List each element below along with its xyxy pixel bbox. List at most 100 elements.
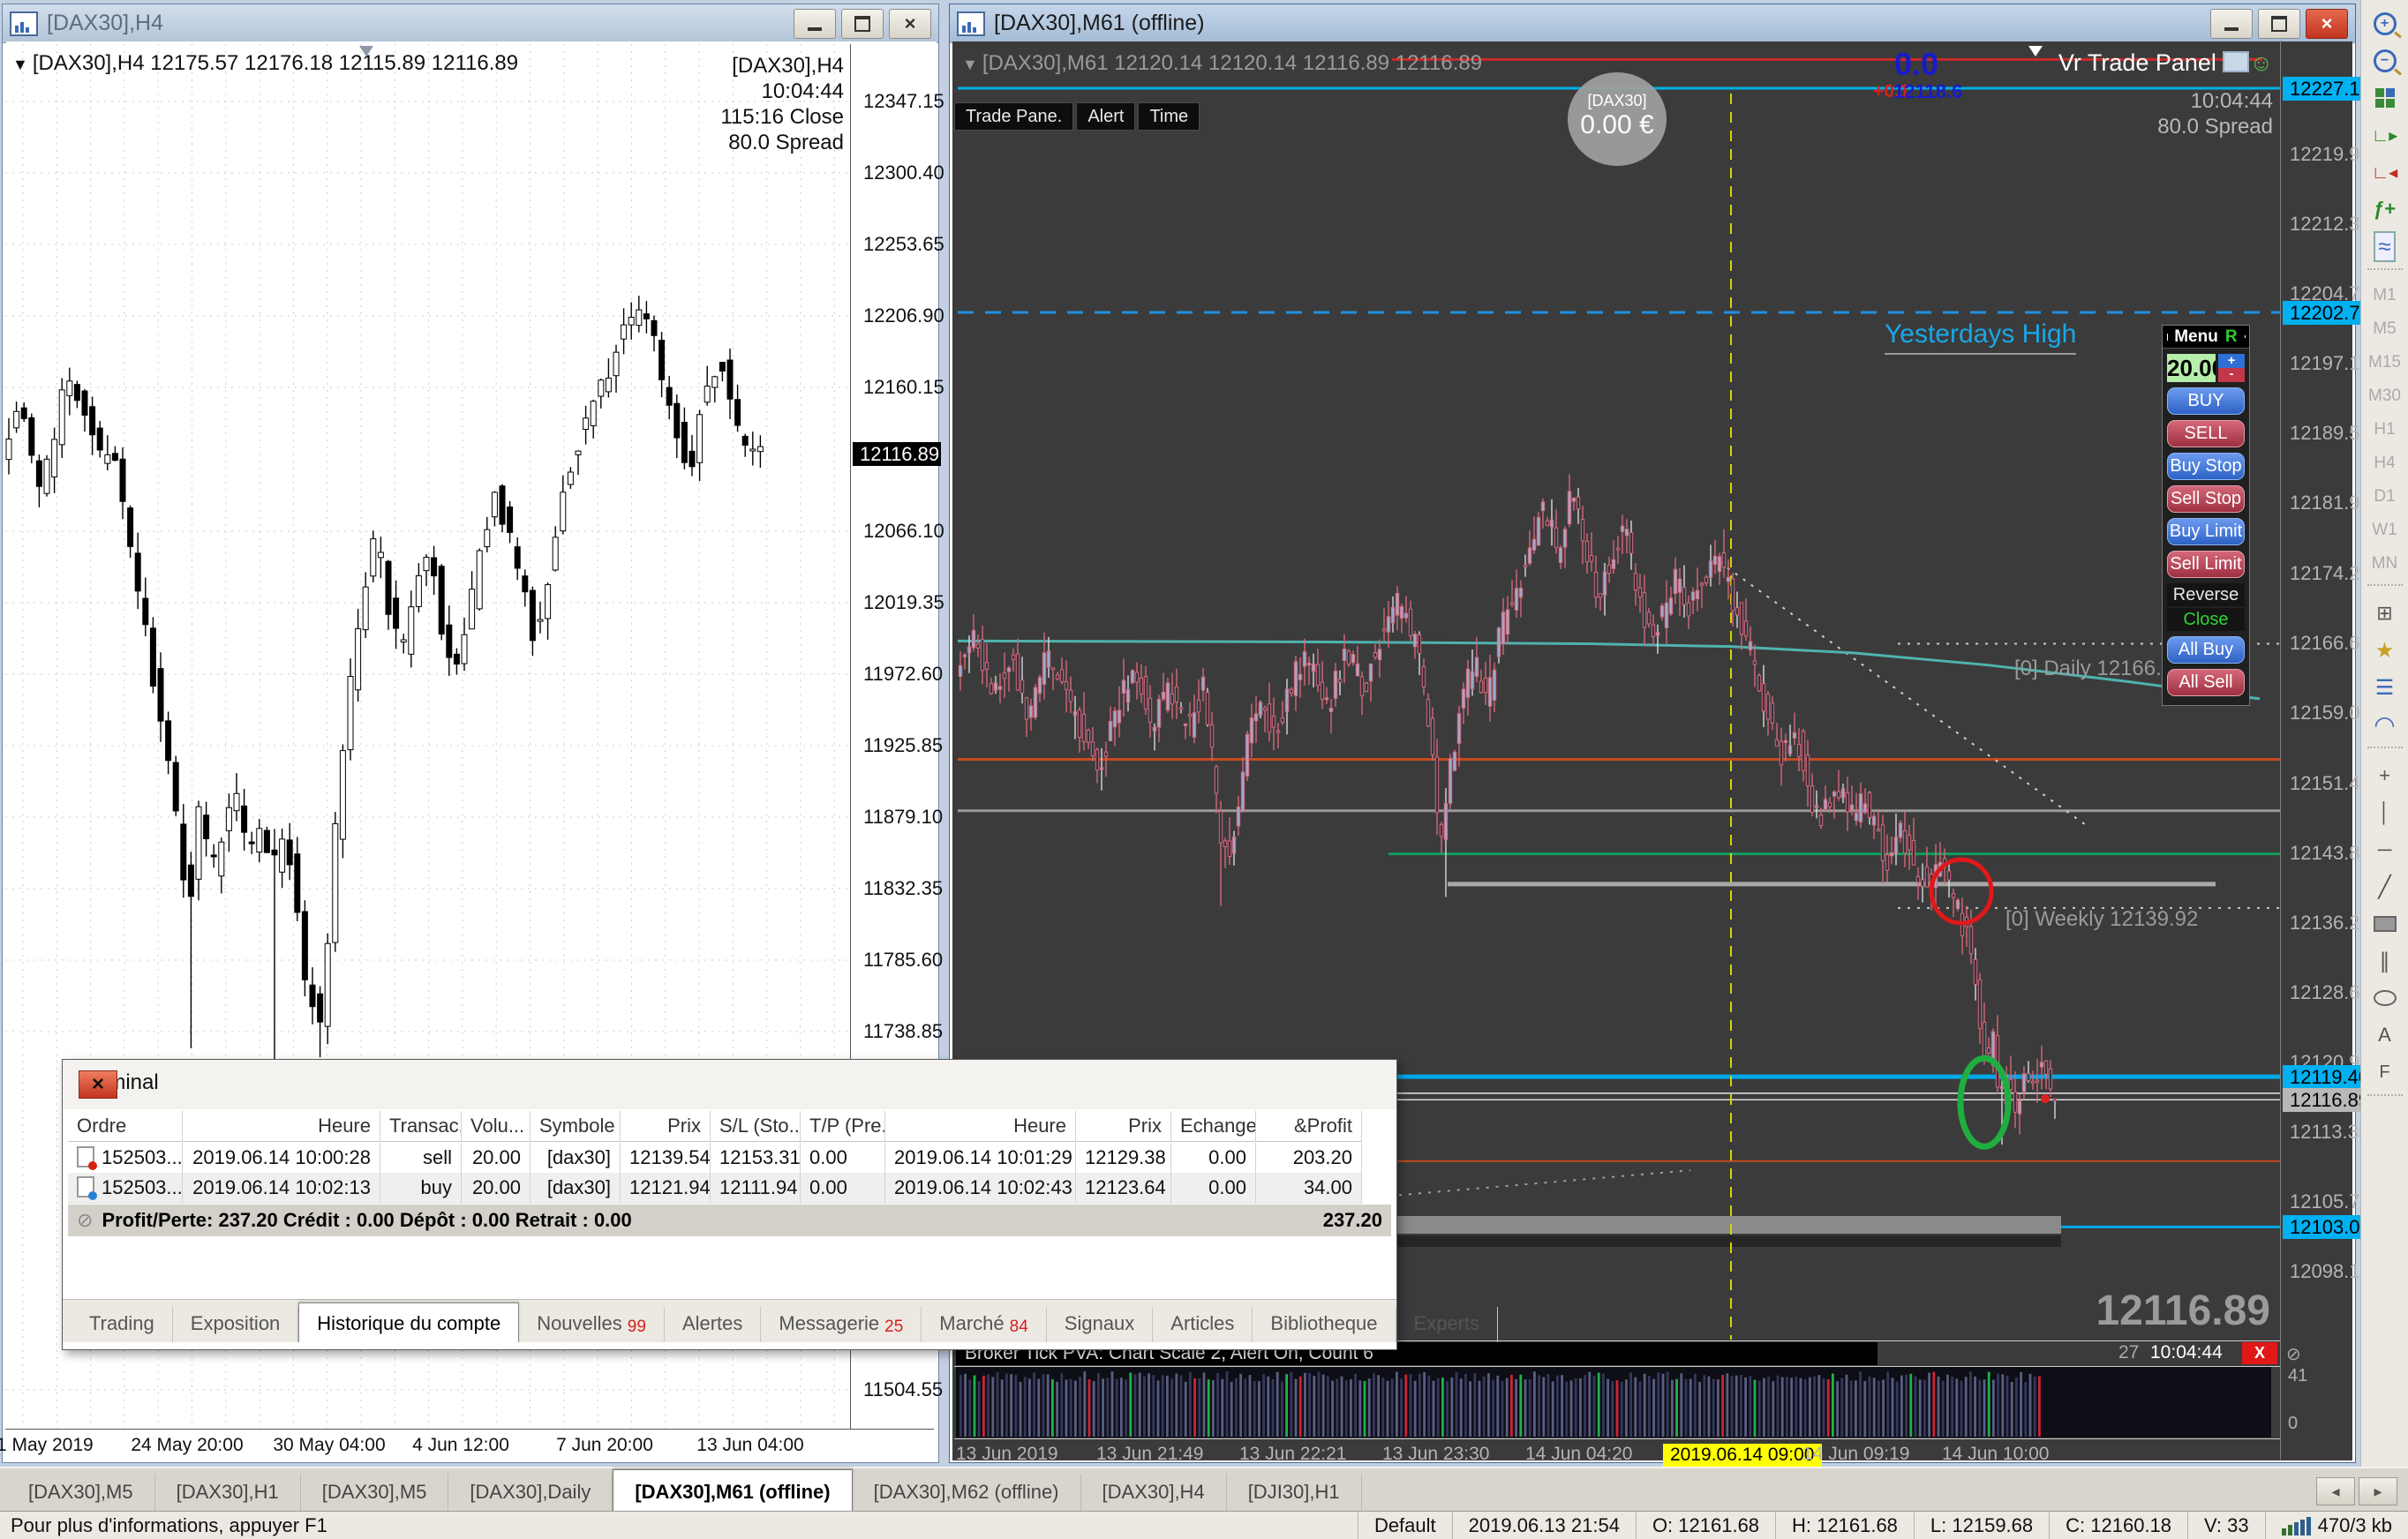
toolbar-fibonacci-icon[interactable]: F xyxy=(2366,1054,2404,1091)
tabs-scroll-right-button[interactable]: ▸ xyxy=(2359,1477,2397,1505)
period-button-mn[interactable]: MN xyxy=(2366,547,2404,581)
chart-tab--dax30-m62-offline-[interactable]: [DAX30],M62 (offline) xyxy=(853,1474,1081,1513)
period-button-w1[interactable]: W1 xyxy=(2366,514,2404,547)
column-header-7[interactable]: S/L (Sto... xyxy=(711,1111,801,1142)
toolbar-profiles-icon[interactable]: ★ xyxy=(2366,632,2404,669)
toolbar-ellipse-icon[interactable] xyxy=(2366,980,2404,1017)
toolbar-zoom-out-icon[interactable]: − xyxy=(2366,42,2404,79)
terminal-row[interactable]: 152503...2019.06.14 10:00:28sell20.00[da… xyxy=(68,1143,1391,1174)
toolbar-text-icon[interactable]: A xyxy=(2366,1017,2404,1054)
toolbar-new-indicator-icon[interactable]: ƒ+ xyxy=(2366,191,2404,228)
toolbar-trendline-icon[interactable]: ╱ xyxy=(2366,868,2404,905)
tab-alert[interactable]: Alert xyxy=(1076,102,1135,131)
column-header-12[interactable]: &Profit xyxy=(1256,1111,1362,1142)
toolbar-rectangle-icon[interactable] xyxy=(2366,905,2404,942)
period-button-m30[interactable]: M30 xyxy=(2366,379,2404,413)
axis-price-label: 12151.40 xyxy=(2290,772,2371,795)
tab-trade-panel[interactable]: Trade Pane. xyxy=(954,102,1073,131)
terminal-tab-exposition[interactable]: Exposition xyxy=(173,1307,299,1342)
chart-tab--dax30-h1[interactable]: [DAX30],H1 xyxy=(155,1474,301,1513)
toolbar-crosshair-icon[interactable]: + xyxy=(2366,757,2404,794)
r-badge: R xyxy=(2225,327,2238,347)
chart-tab--dji30-h1[interactable]: [DJI30],H1 xyxy=(1227,1474,1362,1513)
buy-button[interactable]: BUY xyxy=(2167,387,2245,415)
toolbar-horizontal-line-icon[interactable]: ─ xyxy=(2366,831,2404,868)
toolbar-new-chart-icon[interactable]: ⊞ xyxy=(2366,595,2404,632)
terminal-tab-marché[interactable]: Marché84 xyxy=(922,1307,1047,1342)
toolbar-chart-shift-icon[interactable]: ∟◂ xyxy=(2366,154,2404,191)
minimize-button[interactable] xyxy=(2210,9,2253,39)
terminal-tab-alertes[interactable]: Alertes xyxy=(665,1307,761,1342)
terminal-tab-historique-du-compte[interactable]: Historique du compte xyxy=(298,1303,519,1342)
period-button-h1[interactable]: H1 xyxy=(2366,413,2404,447)
period-button-m1[interactable]: M1 xyxy=(2366,279,2404,312)
dropdown-arrow-icon[interactable]: ▼ xyxy=(12,56,33,73)
window-title: [DAX30],H4 xyxy=(47,11,163,36)
column-header-11[interactable]: Echange xyxy=(1171,1111,1256,1142)
column-header-8[interactable]: T/P (Pre... xyxy=(801,1111,885,1142)
toolbar-auto-scroll-icon[interactable]: ∟▸ xyxy=(2366,116,2404,154)
terminal-row[interactable]: 152503...2019.06.14 10:02:13buy20.00[dax… xyxy=(68,1173,1391,1204)
left-window-titlebar[interactable]: [DAX30],H4 × xyxy=(3,4,938,43)
buy-stop-button[interactable]: Buy Stop xyxy=(2167,453,2245,480)
reverse-button[interactable]: Reverse xyxy=(2167,583,2245,606)
restore-button[interactable] xyxy=(2258,9,2300,39)
all-sell-button[interactable]: All Sell xyxy=(2167,669,2245,696)
period-button-m5[interactable]: M5 xyxy=(2366,312,2404,346)
trade-panel-header[interactable]: Menu R xyxy=(2163,326,2249,349)
terminal-close-button[interactable]: × xyxy=(79,1070,117,1099)
terminal-tab-signaux[interactable]: Signaux xyxy=(1047,1307,1154,1342)
time-axis-label: 14 Jun 09:19 xyxy=(1802,1444,1909,1465)
column-header-1[interactable]: Ordre xyxy=(68,1111,183,1142)
minimize-button[interactable] xyxy=(794,9,836,39)
terminal-tab-trading[interactable]: Trading xyxy=(71,1307,173,1342)
column-header-3[interactable]: Transac... xyxy=(380,1111,462,1142)
terminal-tab-bibliotheque[interactable]: Bibliotheque xyxy=(1253,1307,1396,1342)
dropdown-arrow-icon[interactable]: ▼ xyxy=(962,56,982,73)
right-window-titlebar[interactable]: [DAX30],M61 (offline) × xyxy=(950,4,2355,43)
close-button[interactable]: × xyxy=(2306,9,2348,39)
sell-button[interactable]: SELL xyxy=(2167,420,2245,447)
cell: 34.00 xyxy=(1256,1173,1362,1204)
chart-tab--dax30-m5[interactable]: [DAX30],M5 xyxy=(301,1474,449,1513)
all-buy-button[interactable]: All Buy xyxy=(2167,636,2245,664)
column-header-10[interactable]: Prix xyxy=(1076,1111,1171,1142)
lot-size-field[interactable]: 20.00 xyxy=(2167,354,2216,382)
terminal-tab-messagerie[interactable]: Messagerie25 xyxy=(761,1307,922,1342)
period-button-d1[interactable]: D1 xyxy=(2366,480,2404,514)
tabs-scroll-left-button[interactable]: ◂ xyxy=(2316,1477,2355,1505)
terminal-titlebar[interactable]: Terminal × xyxy=(63,1060,1396,1109)
terminal-tab-nouvelles[interactable]: Nouvelles99 xyxy=(519,1307,665,1342)
toolbar-channel-icon[interactable]: ∥ xyxy=(2366,942,2404,980)
order-doc-icon xyxy=(77,1176,94,1197)
chart-tab--dax30-m61-offline-[interactable]: [DAX30],M61 (offline) xyxy=(613,1469,852,1513)
toolbar-tile-windows-icon[interactable] xyxy=(2366,79,2404,116)
column-header-4[interactable]: Volu... xyxy=(462,1111,531,1142)
lot-decrease-button[interactable]: - xyxy=(2218,368,2245,382)
period-button-h4[interactable]: H4 xyxy=(2366,447,2404,480)
terminal-tab-experts[interactable]: Experts xyxy=(1396,1307,1499,1342)
chart-tab--dax30-m5[interactable]: [DAX30],M5 xyxy=(7,1474,155,1513)
period-button-m15[interactable]: M15 xyxy=(2366,346,2404,379)
tick-close-button[interactable]: X xyxy=(2242,1342,2277,1364)
chart-tab--dax30-daily[interactable]: [DAX30],Daily xyxy=(448,1474,613,1513)
column-header-6[interactable]: Prix xyxy=(621,1111,711,1142)
time-axis-label[interactable]: 2019.06.14 09:00 xyxy=(1663,1444,1822,1467)
sell-limit-button[interactable]: Sell Limit xyxy=(2167,551,2245,578)
toolbar-zoom-in-icon[interactable]: + xyxy=(2366,5,2404,42)
terminal-tab-articles[interactable]: Articles xyxy=(1153,1307,1253,1342)
toolbar-vertical-line-icon[interactable]: │ xyxy=(2366,794,2404,831)
column-header-2[interactable]: Heure xyxy=(183,1111,380,1142)
column-header-5[interactable]: Symbole xyxy=(531,1111,621,1142)
buy-limit-button[interactable]: Buy Limit xyxy=(2167,518,2245,545)
toolbar-indicator-list-icon[interactable]: ≈ xyxy=(2366,228,2404,265)
restore-button[interactable] xyxy=(841,9,884,39)
column-header-9[interactable]: Heure xyxy=(885,1111,1076,1142)
tab-time[interactable]: Time xyxy=(1138,102,1200,131)
sell-stop-button[interactable]: Sell Stop xyxy=(2167,485,2245,513)
close-button[interactable]: Close xyxy=(2167,608,2245,631)
chart-tab--dax30-h4[interactable]: [DAX30],H4 xyxy=(1081,1474,1227,1513)
toolbar-templates-icon[interactable]: ☰ xyxy=(2366,669,2404,706)
close-button[interactable]: × xyxy=(889,9,931,39)
toolbar-experts-icon[interactable]: ◠ xyxy=(2366,706,2404,743)
